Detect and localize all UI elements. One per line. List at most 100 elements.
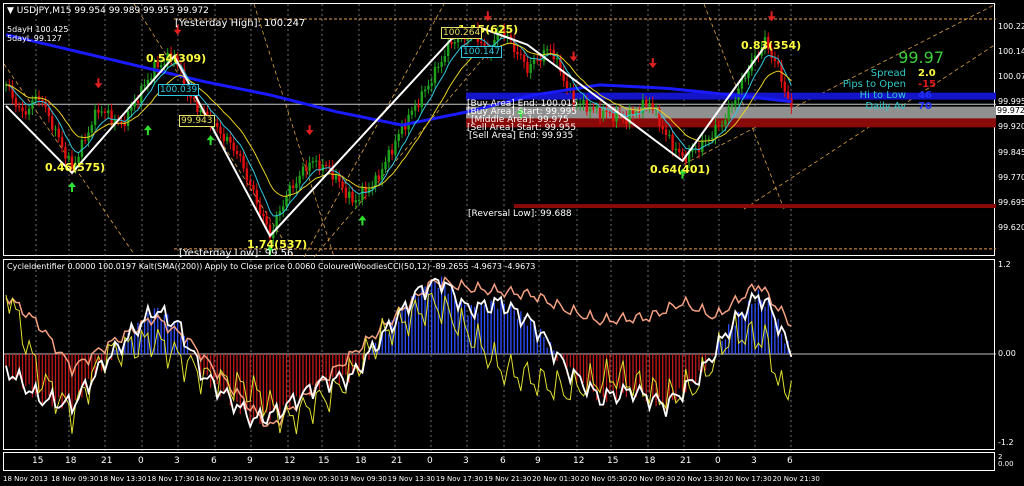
candle-body — [361, 186, 364, 201]
candle-body — [80, 139, 84, 157]
hour-tick: 9 — [247, 456, 253, 466]
candle-body — [661, 125, 664, 130]
five-day-low: 5dayL 99.127 — [7, 34, 62, 43]
hour-tick: 21 — [680, 456, 692, 466]
candle-body — [374, 175, 377, 187]
candle-body — [245, 168, 249, 181]
price-axis-tick: 100.220 — [998, 22, 1024, 31]
candle-body — [354, 200, 357, 203]
yesterday-high-label: [Yesterday High]: 100.247 — [175, 18, 306, 29]
candle-body — [103, 111, 107, 113]
candle-body — [18, 106, 21, 108]
price-axis-tick: 100.145 — [998, 47, 1024, 57]
candle-body — [777, 61, 780, 64]
date-tick: 18 Nov 2013 — [3, 475, 48, 483]
candle-body — [298, 175, 301, 184]
candle-body — [681, 152, 684, 156]
price-axis-tick: 99.920 — [998, 122, 1024, 132]
candle-body — [357, 200, 361, 202]
candle-body — [341, 181, 344, 188]
price-box: 100.147 — [461, 46, 503, 58]
channel-line — [683, 4, 996, 165]
candle-body — [612, 111, 615, 122]
candle-body — [711, 137, 714, 140]
candle-body — [311, 161, 315, 163]
candle-body — [282, 206, 285, 212]
hour-tick: 3 — [463, 456, 469, 466]
candle-body — [536, 59, 539, 61]
candle-body — [90, 124, 93, 133]
hour-tick: 18 — [644, 456, 656, 466]
price-axis-tick: 99.995 — [998, 97, 1024, 107]
indicator-panel[interactable]: CycleIdentifier 0.0000 100.0197 Kalt(SMA… — [3, 259, 996, 451]
candle-body — [285, 196, 288, 207]
candle-body — [381, 169, 384, 180]
candle-body — [714, 125, 717, 138]
chart-symbol-header: ▼ USDJPY,M15 99.954 99.989 99.953 99.972 — [7, 6, 209, 16]
candle-body — [526, 61, 529, 73]
candle-body — [377, 175, 381, 180]
candle-body — [549, 49, 552, 51]
hour-tick: 18 — [355, 456, 367, 466]
candle-body — [727, 106, 730, 120]
channel-line — [703, 4, 785, 210]
candle-body — [631, 110, 635, 115]
price-axis-tick: 100.070 — [998, 72, 1024, 82]
candle-body — [258, 203, 262, 215]
date-tick: 19 Nov 13:30 — [387, 475, 435, 483]
candle-body — [734, 100, 737, 106]
down-arrow-icon — [767, 11, 776, 22]
candle-body — [724, 119, 727, 126]
candle-body — [539, 59, 542, 62]
indicator-canvas — [4, 260, 996, 451]
candle-body — [529, 63, 532, 73]
candle-body — [255, 189, 258, 204]
osc-axis-tick: -1.2 — [998, 438, 1014, 447]
candle-body — [315, 160, 318, 162]
zigzag-label: 1.74(537) — [247, 238, 308, 251]
indicator-header: CycleIdentifier 0.0000 100.0197 Kalt(SMA… — [7, 262, 536, 271]
candle-body — [516, 51, 519, 55]
candle-body — [84, 139, 87, 141]
info-daily-average: Daily Av 70 — [865, 101, 932, 112]
candle-body — [671, 134, 674, 151]
hour-tick: 0 — [715, 456, 721, 466]
candle-body — [437, 66, 440, 68]
channel-line — [313, 33, 505, 257]
candle-body — [301, 166, 305, 176]
candle-body — [717, 125, 720, 127]
dropdown-triangle-icon[interactable]: ▼ — [7, 6, 17, 16]
candle-body — [219, 126, 222, 134]
candle-body — [480, 41, 483, 44]
candle-body — [265, 216, 268, 225]
zigzag-label: 0.46(575) — [45, 161, 106, 174]
candle-body — [348, 191, 351, 198]
candle-body — [410, 110, 414, 115]
candle-body — [546, 49, 549, 51]
candle-body — [24, 111, 27, 115]
candle-body — [305, 166, 308, 172]
candle-body — [701, 140, 704, 152]
price-box: 100.264 — [441, 27, 483, 39]
candle-body — [242, 155, 245, 169]
candle-body — [344, 187, 348, 198]
candle-body — [225, 136, 229, 141]
candle-body — [321, 164, 324, 172]
price-box: 99.943 — [179, 115, 215, 127]
candle-body — [143, 84, 146, 87]
candle-body — [394, 140, 397, 155]
candle-body — [97, 109, 100, 113]
candle-body — [648, 103, 651, 107]
candle-body — [427, 85, 430, 90]
up-arrow-icon — [358, 215, 367, 226]
candle-body — [720, 125, 724, 127]
candle-body — [27, 108, 31, 115]
date-tick: 20 Nov 13:30 — [676, 475, 724, 483]
candle-body — [532, 59, 536, 64]
price-chart[interactable]: ▼ USDJPY,M15 99.954 99.989 99.953 99.972… — [3, 3, 996, 259]
candle-body — [420, 91, 423, 108]
candle-body — [565, 80, 569, 89]
down-arrow-icon — [483, 11, 492, 22]
price-box: 100.039 — [158, 84, 200, 96]
hour-axis-panel: 15 18 21 0 3 6 9 12 15 18 21 0 3 6 9 12 15 18 21 0 3 6 — [3, 452, 995, 471]
